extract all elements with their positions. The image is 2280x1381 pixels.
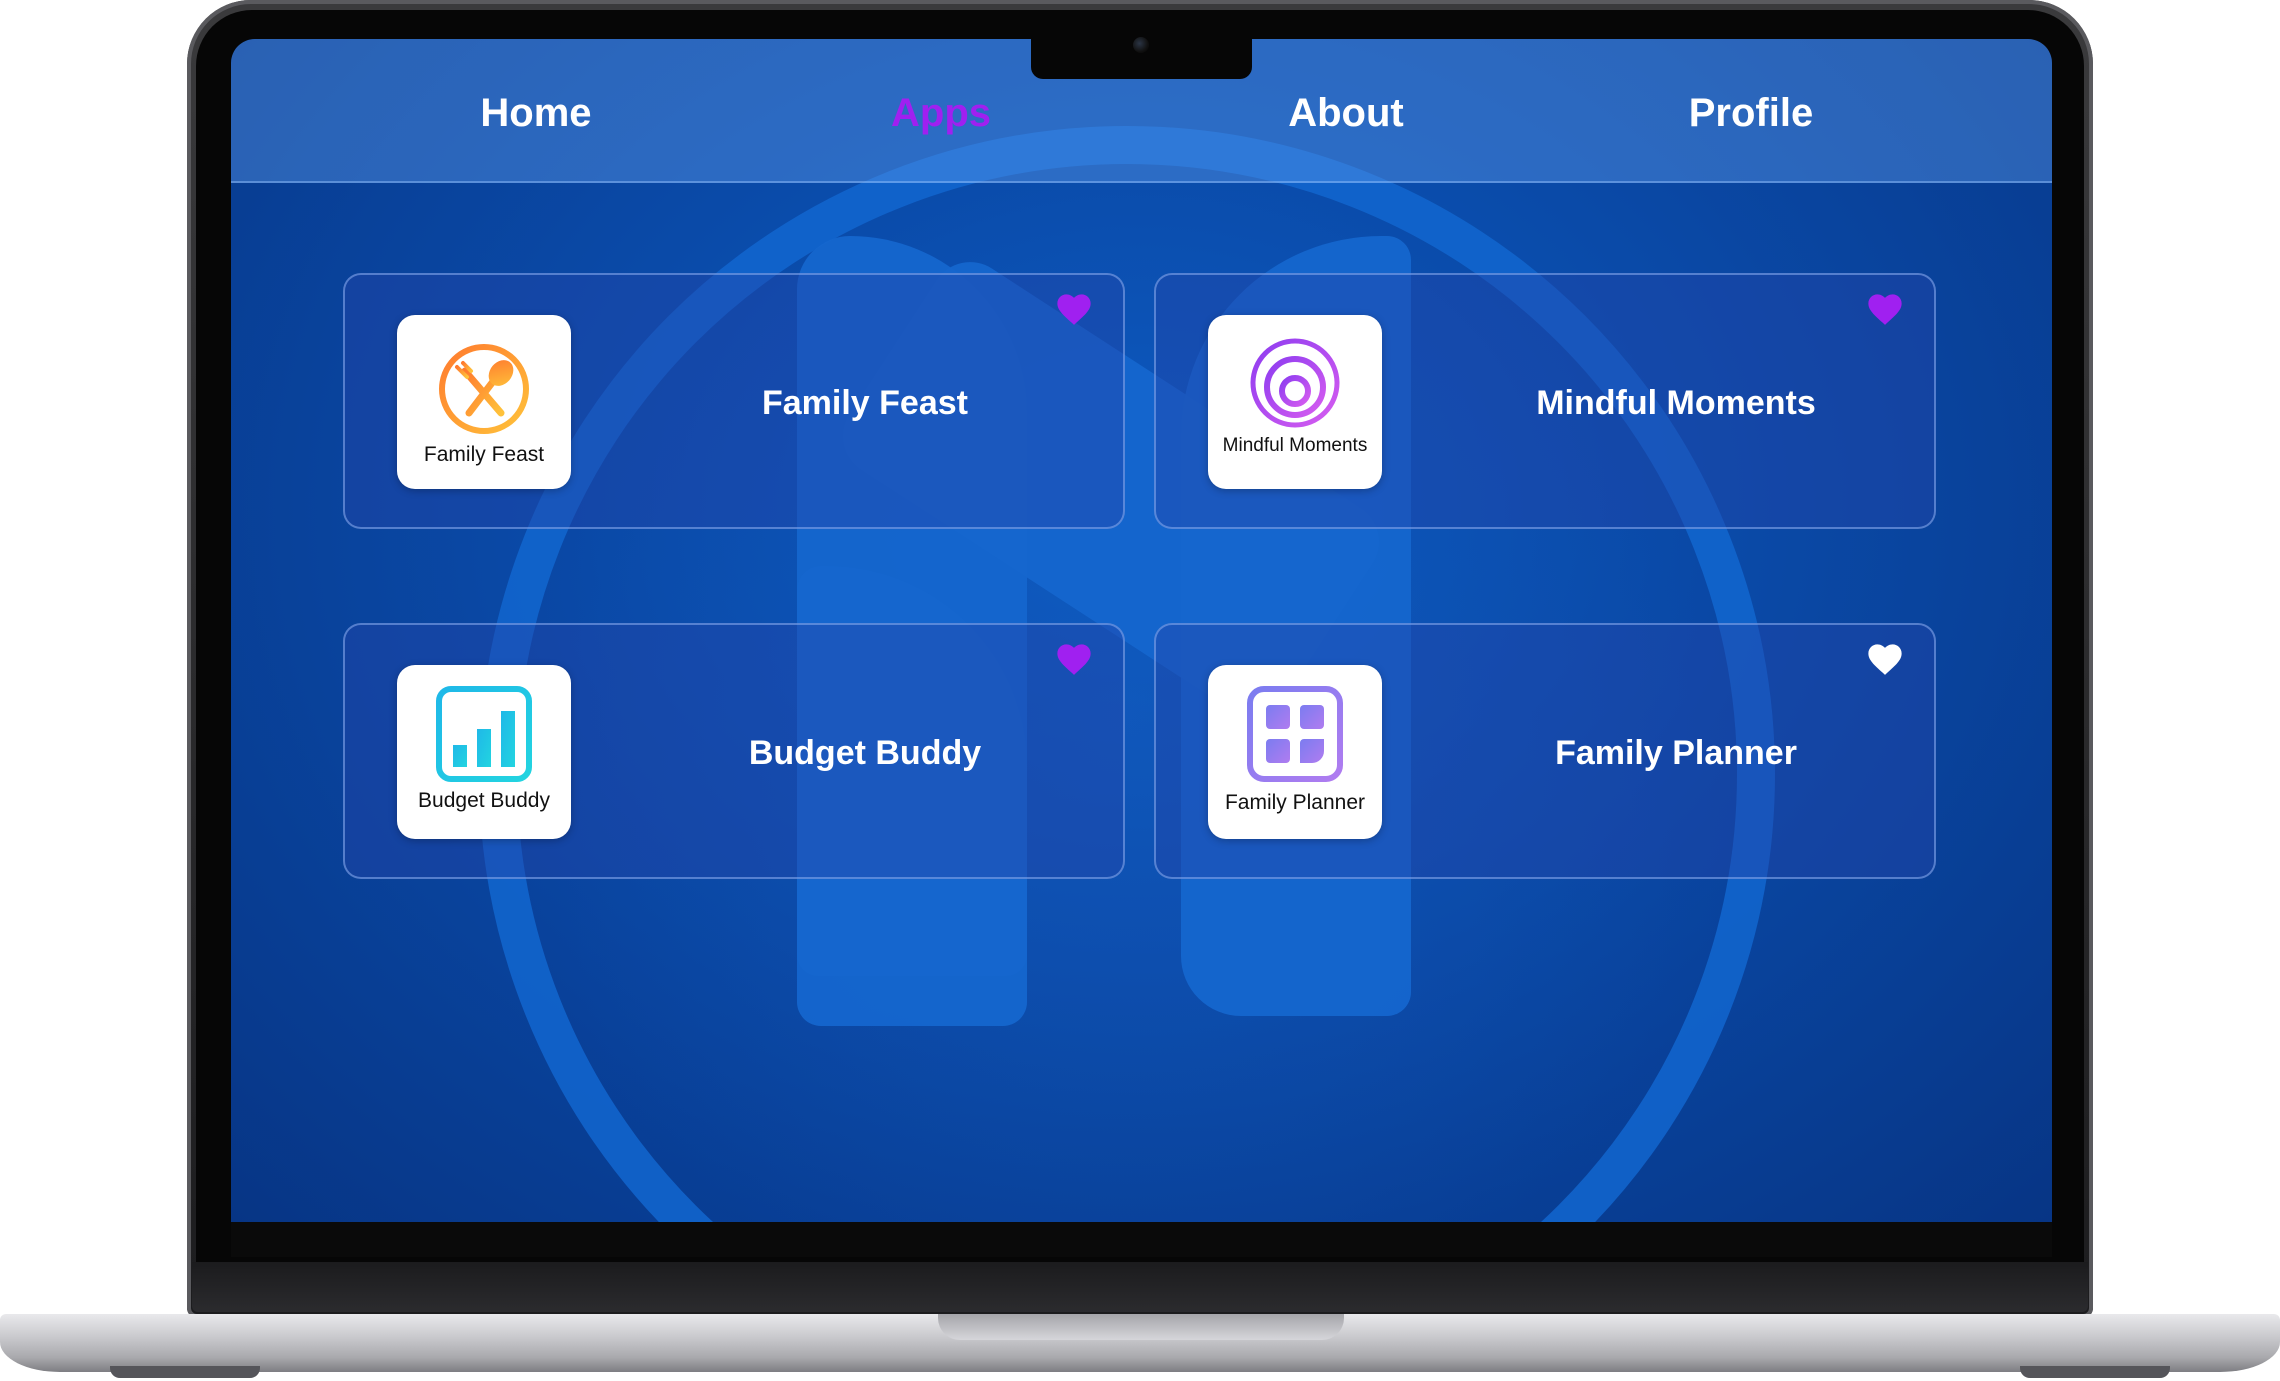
app-icon-budget-buddy[interactable]: Budget Buddy <box>397 665 571 839</box>
app-card-budget-buddy[interactable]: Budget Buddy Budget Buddy <box>343 623 1125 879</box>
app-card-family-feast[interactable]: Family Feast Family Feast <box>343 273 1125 529</box>
nav-profile[interactable]: Profile <box>1626 83 1876 143</box>
app-card-mindful-moments[interactable]: Mindful Moments Mindful Moments <box>1154 273 1936 529</box>
concentric-circles-icon <box>1250 338 1340 428</box>
favorite-heart-icon[interactable] <box>1055 291 1093 327</box>
laptop-foot <box>2020 1366 2170 1378</box>
screen: Home Apps About Profile Family Feast Fam… <box>231 39 2052 1222</box>
app-icon-label: Family Planner <box>1224 791 1366 814</box>
app-title: Family Planner <box>1555 734 1797 772</box>
laptop-mockup: Home Apps About Profile Family Feast Fam… <box>0 0 2280 1381</box>
laptop-base-notch <box>938 1314 1344 1340</box>
app-icon-family-feast[interactable]: Family Feast <box>397 315 571 489</box>
laptop-hinge <box>192 1262 2088 1312</box>
app-title: Mindful Moments <box>1536 384 1816 422</box>
laptop-foot <box>110 1366 260 1378</box>
camera-icon <box>1133 37 1149 53</box>
app-title: Budget Buddy <box>748 734 982 772</box>
nav-about[interactable]: About <box>1221 83 1471 143</box>
favorite-heart-icon[interactable] <box>1055 641 1093 677</box>
app-card-family-planner[interactable]: Family Planner Family Planner <box>1154 623 1936 879</box>
app-icon-family-planner[interactable]: Family Planner <box>1208 665 1382 839</box>
favorite-heart-icon[interactable] <box>1866 291 1904 327</box>
nav-home[interactable]: Home <box>411 83 661 143</box>
nav-apps[interactable]: Apps <box>816 83 1066 143</box>
app-icon-label: Budget Buddy <box>418 789 550 812</box>
favorite-heart-icon[interactable] <box>1866 641 1904 677</box>
screen-chin <box>231 1222 2052 1257</box>
app-icon-label: Mindful Moments <box>1222 435 1368 456</box>
app-icon-mindful-moments[interactable]: Mindful Moments <box>1208 315 1382 489</box>
app-title: Family Feast <box>762 384 968 422</box>
app-icon-label: Family Feast <box>423 443 545 466</box>
